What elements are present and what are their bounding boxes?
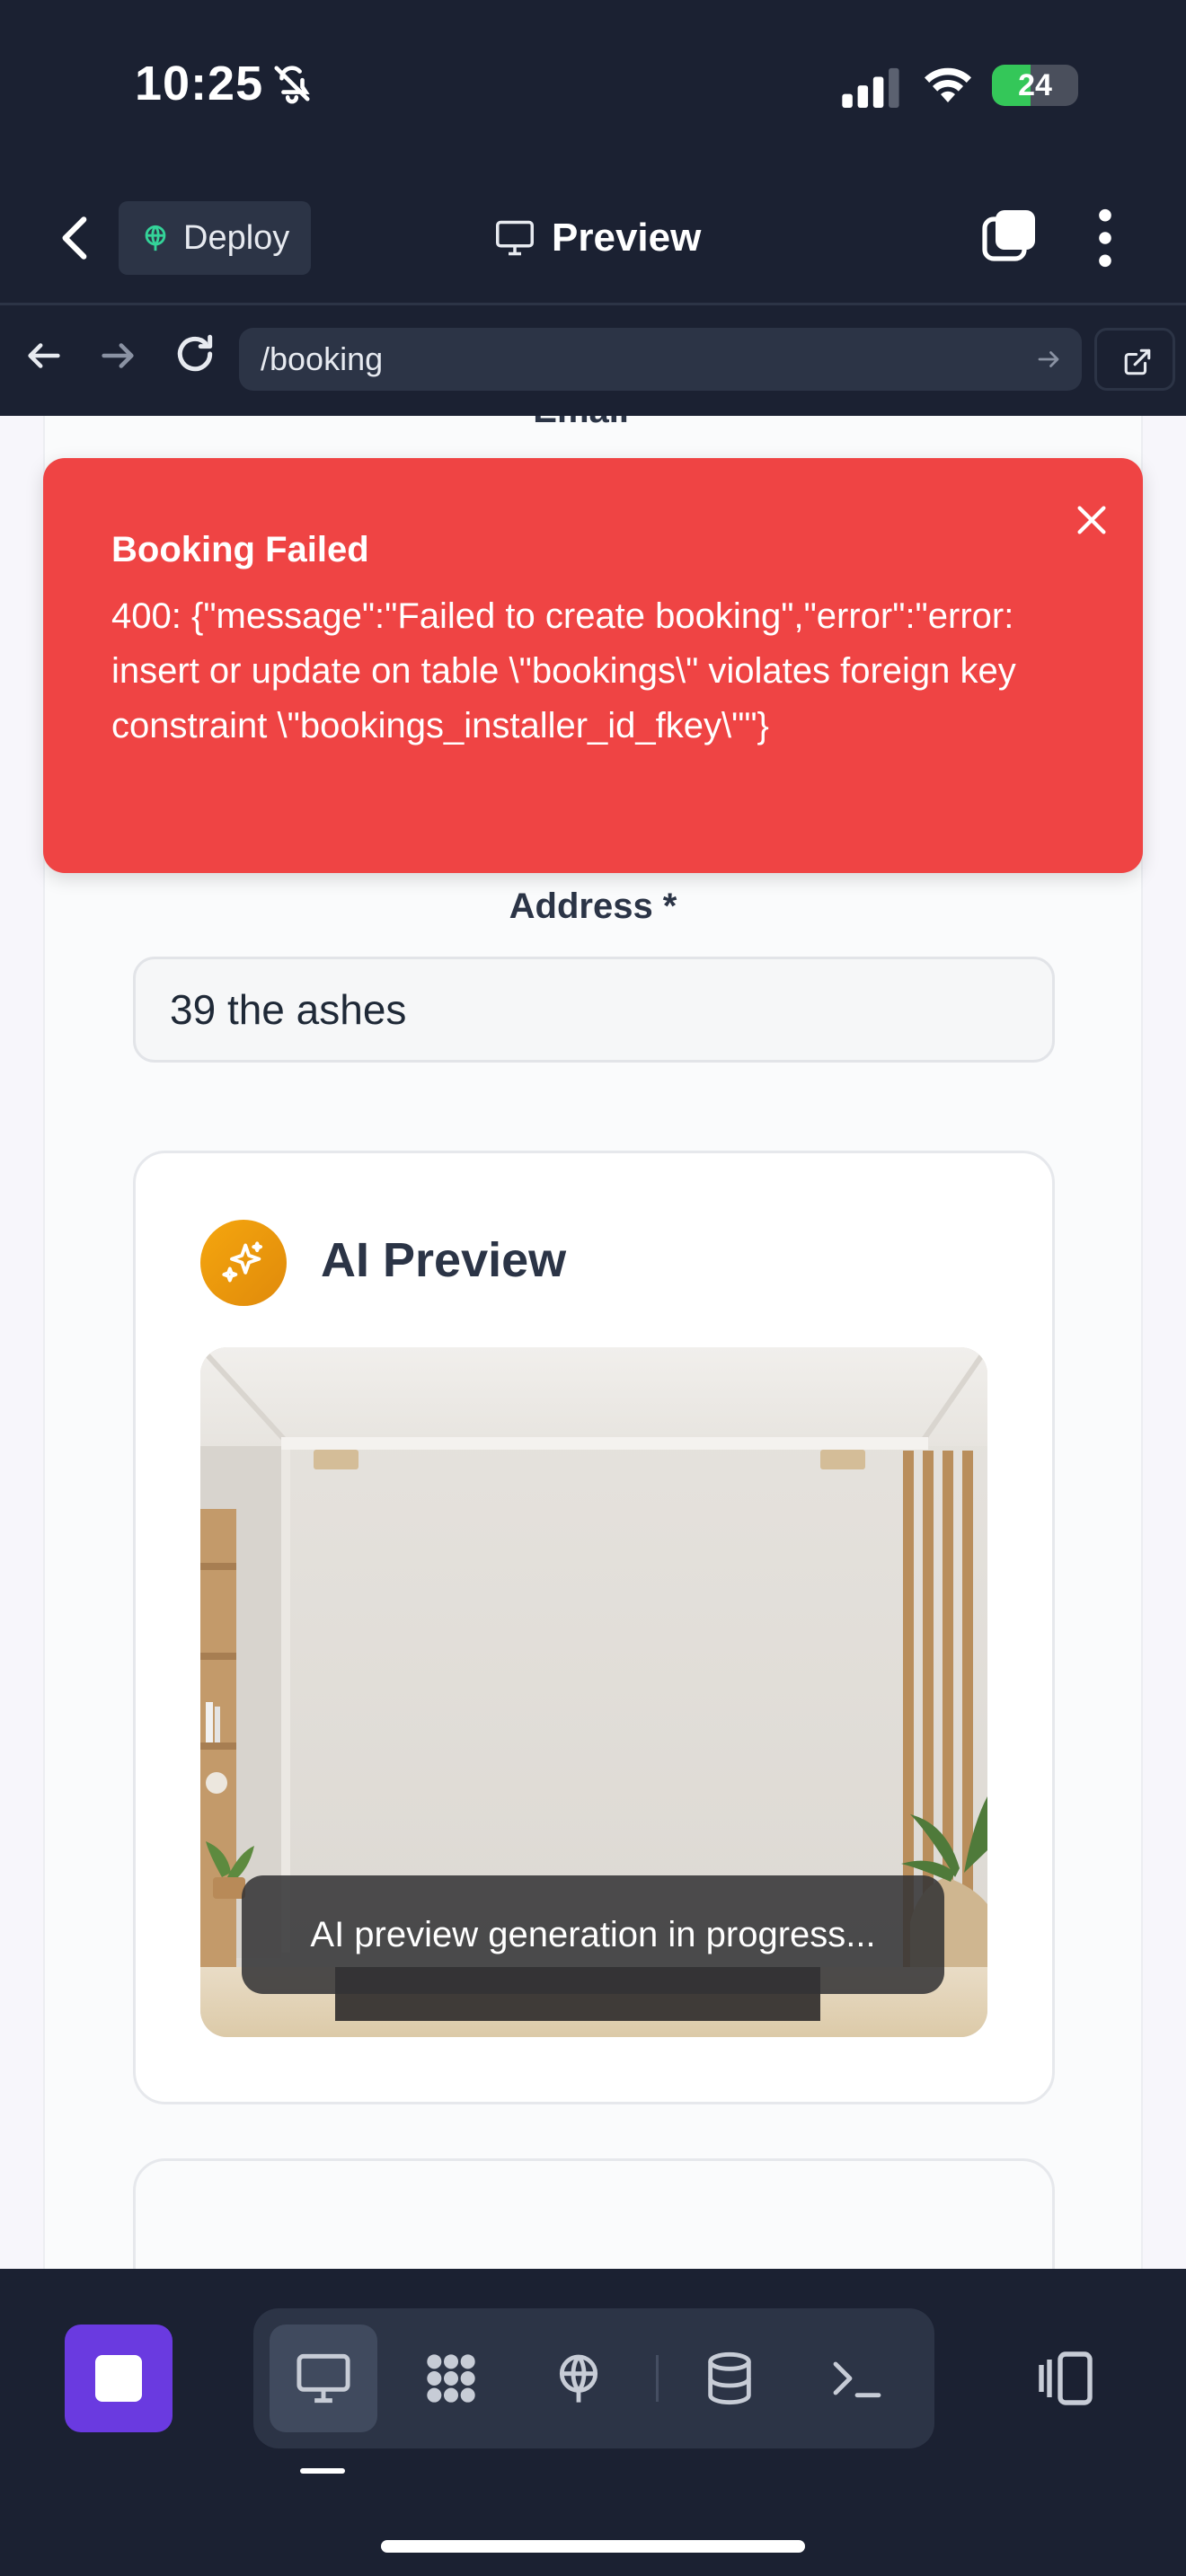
bell-slash-icon (274, 66, 310, 104)
page-title: Preview (494, 208, 701, 268)
status-time: 10:25 (135, 57, 264, 110)
battery-charging-icon: 24 (992, 65, 1078, 106)
tool-preview[interactable] (270, 2325, 377, 2432)
arrow-right-icon[interactable] (97, 335, 138, 376)
address-field[interactable]: 39 the ashes (133, 957, 1055, 1063)
bottom-toolbar (0, 2269, 1186, 2576)
page-title-text: Preview (552, 216, 702, 260)
status-bar: 10:25 24 (0, 0, 1186, 171)
battery-level: 24 (1018, 68, 1052, 102)
monitor-icon (496, 220, 534, 256)
sparkles-icon (222, 1241, 263, 1283)
active-tab-indicator (300, 2468, 345, 2474)
deploy-icon (559, 2354, 598, 2403)
app-header: Deploy Preview (0, 171, 1186, 305)
more-vertical-icon[interactable] (1085, 207, 1125, 269)
deploy-button[interactable]: Deploy (119, 201, 311, 275)
tool-database[interactable] (676, 2325, 783, 2432)
arrow-right-icon[interactable] (1035, 346, 1062, 373)
chevron-left-icon[interactable] (54, 208, 99, 268)
preview-viewport: Email * Address * 39 the ashes AI Previe… (0, 416, 1186, 2269)
terminal-icon (833, 2361, 881, 2398)
tool-deploy[interactable] (525, 2325, 633, 2432)
ai-preview-title: AI Preview (321, 1233, 567, 1287)
error-message: 400: {"message":"Failed to create bookin… (111, 596, 1016, 745)
next-section-card (133, 2158, 1055, 2269)
globe-icon (145, 225, 166, 251)
wifi-icon (925, 67, 971, 102)
tool-divider (656, 2355, 659, 2402)
tool-integrations[interactable] (397, 2325, 505, 2432)
ai-status-overlay: AI preview generation in progress... (242, 1875, 944, 1994)
error-toast: Booking Failed 400: {"message":"Failed t… (43, 458, 1143, 873)
ai-preview-card: AI Preview AI preview generation in prog… (133, 1151, 1055, 2104)
home-indicator (381, 2540, 805, 2553)
email-label: Email * (45, 416, 1141, 431)
tabs-icon[interactable] (981, 207, 1039, 264)
ai-badge (200, 1220, 287, 1306)
tool-terminal[interactable] (803, 2325, 911, 2432)
monitor-icon (296, 2353, 350, 2404)
error-title: Booking Failed (111, 530, 369, 569)
deploy-label: Deploy (183, 218, 290, 257)
open-external-button[interactable] (1094, 328, 1175, 391)
stop-button[interactable] (65, 2325, 173, 2432)
stop-icon (95, 2355, 142, 2402)
database-icon (708, 2351, 751, 2405)
url-input[interactable]: /booking (239, 328, 1082, 391)
integrations-icon (427, 2354, 475, 2403)
reload-icon[interactable] (173, 331, 217, 376)
browser-bar: /booking (0, 308, 1186, 416)
room-preview-image: AI preview generation in progress... (200, 1347, 987, 2037)
panel-toggle-icon[interactable] (1033, 2346, 1098, 2411)
url-text: /booking (261, 340, 384, 377)
tool-switcher (253, 2308, 934, 2448)
external-link-icon (1124, 348, 1151, 375)
signal-icon (842, 67, 899, 108)
arrow-left-icon[interactable] (23, 335, 65, 376)
close-icon[interactable] (1071, 499, 1112, 541)
address-label: Address * (509, 887, 677, 926)
